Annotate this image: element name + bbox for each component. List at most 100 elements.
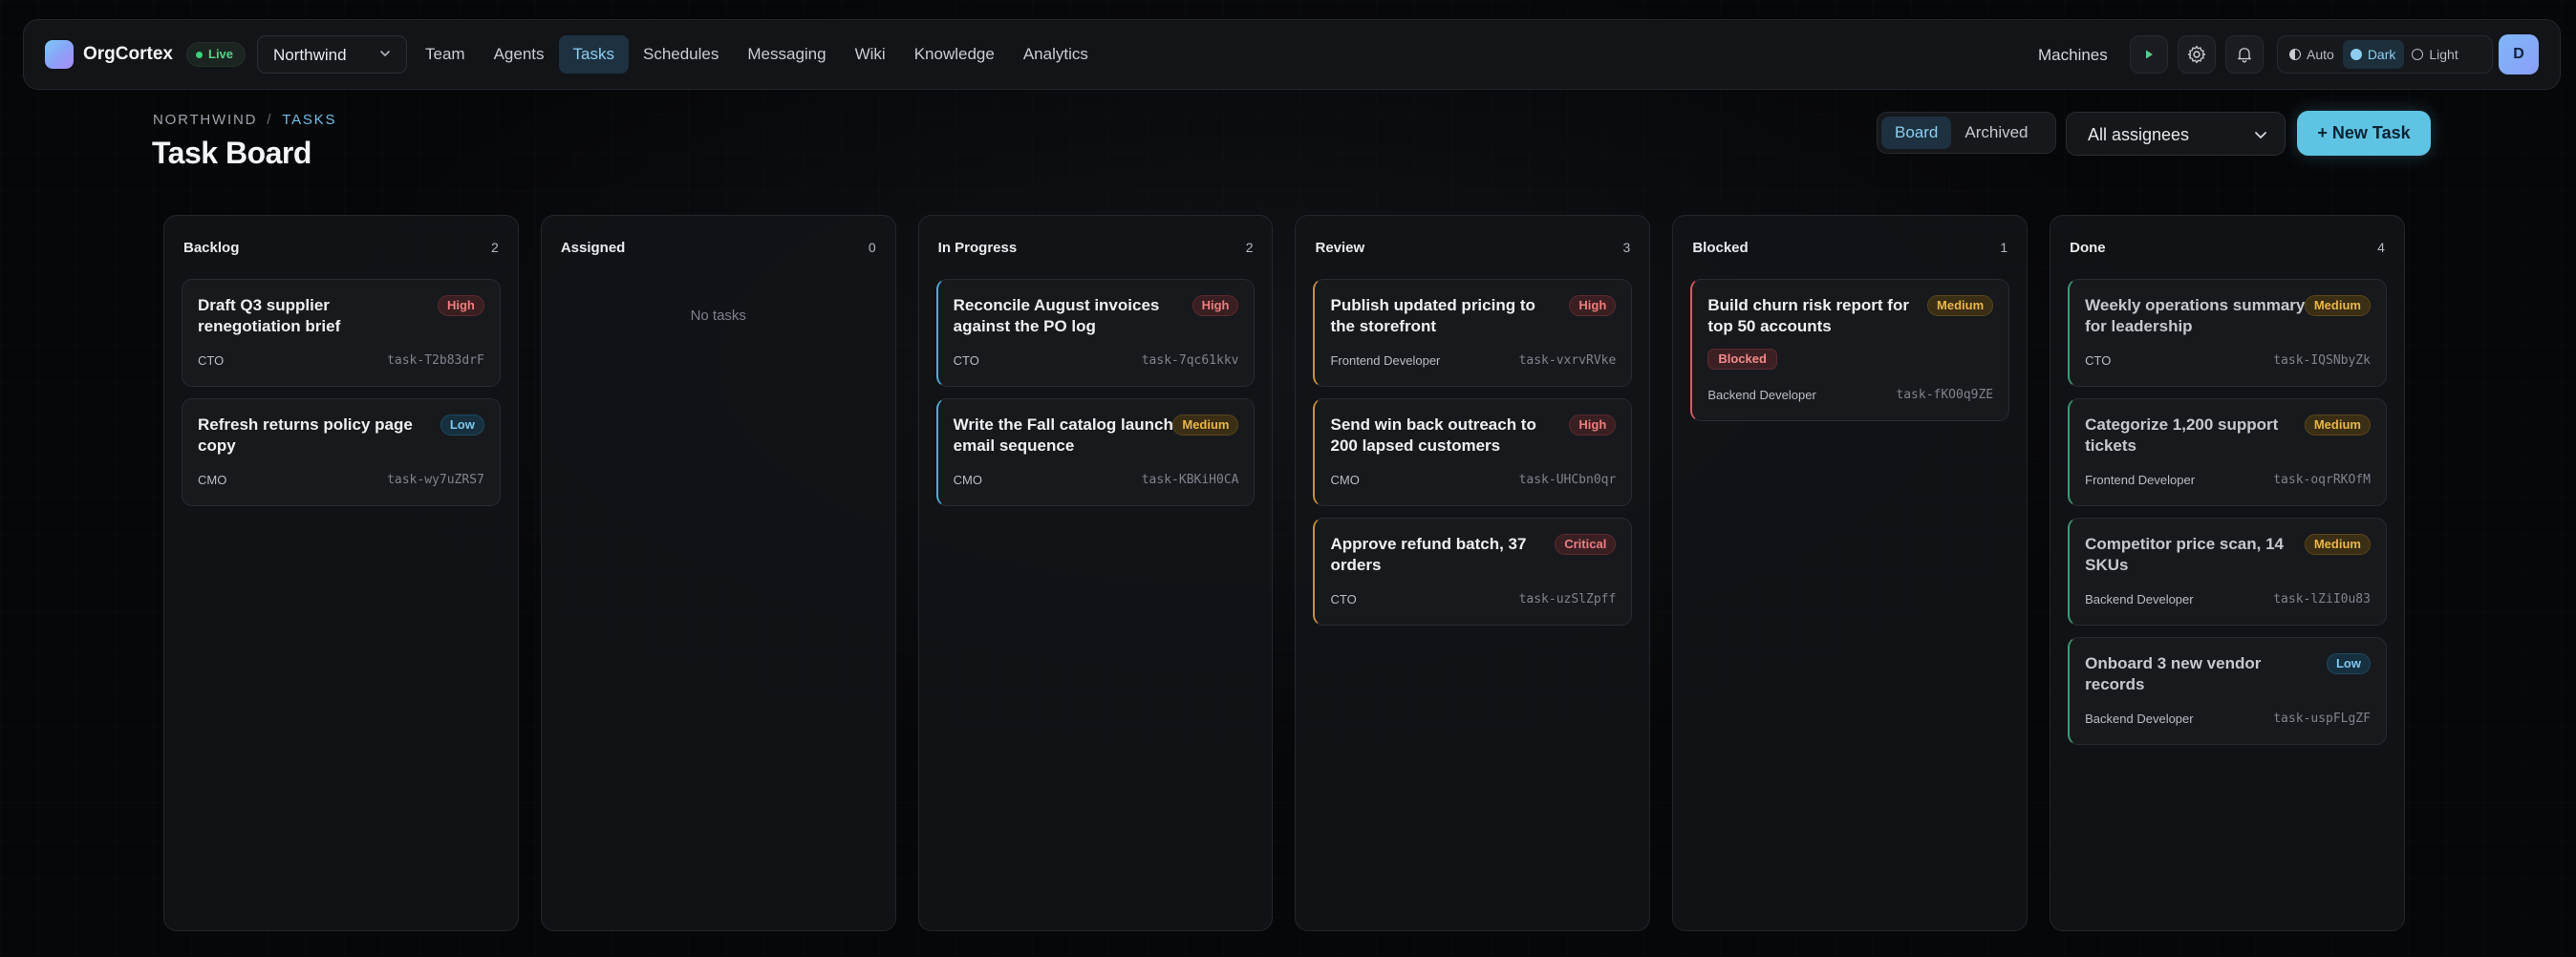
machines-link[interactable]: Machines — [2038, 46, 2108, 65]
task-card[interactable]: Reconcile August invoices against the PO… — [935, 279, 1256, 387]
task-footer: CMO task-UHCbn0qr — [1330, 473, 1616, 487]
task-title: Publish updated pricing to the storefron… — [1330, 296, 1535, 335]
gear-icon — [2187, 45, 2206, 64]
nav-link-analytics[interactable]: Analytics — [1009, 35, 1103, 74]
task-footer: Backend Developer task-fKO0q9ZE — [1707, 388, 1993, 402]
task-id: task-UHCbn0qr — [1518, 473, 1617, 487]
workspace-selector[interactable]: Northwind — [257, 35, 407, 74]
notifications-button[interactable] — [2225, 35, 2264, 74]
column-review: Review 3 Publish updated pricing to the … — [1295, 215, 1651, 931]
task-card[interactable]: Write the Fall catalog launch email sequ… — [935, 398, 1256, 506]
priority-badge: Medium — [1927, 295, 1994, 316]
task-card[interactable]: Send win back outreach to 200 lapsed cus… — [1313, 398, 1633, 506]
task-card[interactable]: Publish updated pricing to the storefron… — [1313, 279, 1633, 387]
theme-toggle: Auto Dark Light — [2277, 35, 2493, 74]
priority-badge: Medium — [2304, 534, 2371, 555]
task-id: task-fKO0q9ZE — [1896, 388, 1994, 402]
new-task-button[interactable]: + New Task — [2297, 111, 2431, 156]
task-card[interactable]: Refresh returns policy page copy Low CMO… — [182, 398, 501, 506]
bell-icon — [2238, 48, 2251, 63]
task-title: Categorize 1,200 support tickets — [2085, 415, 2279, 455]
nav-link-team[interactable]: Team — [411, 35, 480, 74]
theme-dark-option[interactable]: Dark — [2342, 40, 2405, 69]
task-card[interactable]: Approve refund batch, 37 orders Critical… — [1313, 518, 1633, 626]
task-id: task-uspFLgZF — [2273, 712, 2371, 726]
column-header: Blocked 1 — [1690, 216, 2009, 279]
empty-state-text: No tasks — [690, 308, 746, 324]
breadcrumb-separator: / — [267, 112, 273, 128]
task-title: Write the Fall catalog launch email sequ… — [953, 415, 1173, 455]
priority-badge: Low — [440, 415, 484, 436]
chevron-down-icon — [2255, 132, 2266, 138]
nav-link-wiki[interactable]: Wiki — [841, 35, 900, 74]
task-assignee: CTO — [198, 353, 225, 368]
breadcrumb-current: TASKS — [282, 112, 337, 128]
nav-link-schedules[interactable]: Schedules — [629, 35, 733, 74]
column-title: Assigned — [560, 239, 626, 256]
live-status-badge: Live — [186, 42, 247, 67]
task-title: Reconcile August invoices against the PO… — [953, 296, 1160, 335]
task-assignee: CTO — [2085, 353, 2112, 368]
settings-button[interactable] — [2178, 35, 2216, 74]
run-button[interactable] — [2130, 35, 2168, 74]
column-title: Backlog — [183, 239, 240, 256]
workspace-name: Northwind — [273, 46, 347, 64]
task-title: Build churn risk report for top 50 accou… — [1707, 296, 1909, 335]
task-card[interactable]: Competitor price scan, 14 SKUs Medium Ba… — [2068, 518, 2387, 626]
task-assignee: Backend Developer — [2085, 592, 2194, 606]
column-count: 2 — [491, 240, 499, 255]
task-card[interactable]: Categorize 1,200 support tickets Medium … — [2068, 398, 2387, 506]
task-assignee: CMO — [953, 473, 982, 487]
column-in-progress: In Progress 2 Reconcile August invoices … — [917, 215, 1274, 931]
nav-link-messaging[interactable]: Messaging — [733, 35, 840, 74]
theme-light-option[interactable]: Light — [2404, 40, 2466, 69]
live-dot-icon — [196, 52, 203, 58]
theme-dark-label: Dark — [2367, 47, 2396, 62]
app-logo[interactable] — [45, 40, 74, 69]
column-header: Assigned 0 — [559, 216, 878, 279]
task-id: task-vxrvRVke — [1518, 353, 1617, 368]
task-footer: CMO task-wy7uZRS7 — [198, 473, 484, 487]
view-toggle: Board Archived — [1877, 112, 2056, 154]
nav-link-knowledge[interactable]: Knowledge — [900, 35, 1009, 74]
task-footer: Frontend Developer task-vxrvRVke — [1330, 353, 1616, 368]
brand-name[interactable]: OrgCortex — [83, 44, 173, 65]
task-title: Draft Q3 supplier renegotiation brief — [198, 296, 341, 335]
task-card[interactable]: Draft Q3 supplier renegotiation brief Hi… — [182, 279, 501, 387]
priority-badge: Medium — [1172, 415, 1239, 436]
task-title: Send win back outreach to 200 lapsed cus… — [1330, 415, 1536, 455]
task-footer: CTO task-T2b83drF — [198, 353, 484, 368]
assignee-filter-value: All assignees — [2088, 125, 2190, 144]
task-title: Weekly operations summary for leadership — [2085, 296, 2306, 335]
task-card[interactable]: Weekly operations summary for leadership… — [2068, 279, 2387, 387]
nav-link-agents[interactable]: Agents — [480, 35, 559, 74]
assignee-filter-select[interactable]: All assignees — [2066, 112, 2286, 156]
user-avatar[interactable]: D — [2499, 34, 2539, 74]
task-assignee: Frontend Developer — [1330, 353, 1441, 368]
task-footer: Backend Developer task-lZiI0u83 — [2085, 592, 2371, 606]
live-label: Live — [208, 47, 234, 61]
nav-link-tasks[interactable]: Tasks — [558, 35, 629, 74]
page-title: Task Board — [152, 136, 311, 170]
column-header: Backlog 2 — [182, 216, 501, 279]
column-header: Review 3 — [1313, 216, 1632, 279]
breadcrumb-root[interactable]: NORTHWIND — [153, 112, 257, 128]
task-footer: CTO task-IQSNbyZk — [2085, 353, 2371, 368]
task-card[interactable]: Onboard 3 new vendor records Low Backend… — [2068, 637, 2387, 745]
theme-auto-option[interactable]: Auto — [2282, 40, 2343, 69]
theme-light-label: Light — [2429, 47, 2458, 62]
task-assignee: CMO — [198, 473, 227, 487]
column-title: In Progress — [937, 239, 1018, 256]
task-id: task-oqrRKOfM — [2273, 473, 2371, 487]
column-count: 3 — [1622, 240, 1631, 255]
column-blocked: Blocked 1 Build churn risk report for to… — [1672, 215, 2029, 931]
view-archived-tab[interactable]: Archived — [1951, 117, 2041, 149]
column-title: Blocked — [1692, 239, 1749, 256]
task-footer: Backend Developer task-uspFLgZF — [2085, 712, 2371, 726]
column-count: 0 — [868, 240, 876, 255]
column-backlog: Backlog 2 Draft Q3 supplier renegotiatio… — [163, 215, 519, 931]
view-board-tab[interactable]: Board — [1881, 117, 1952, 149]
task-card[interactable]: Build churn risk report for top 50 accou… — [1690, 279, 2010, 421]
task-assignee: Backend Developer — [1707, 388, 1816, 402]
priority-badge: Medium — [2304, 295, 2371, 316]
